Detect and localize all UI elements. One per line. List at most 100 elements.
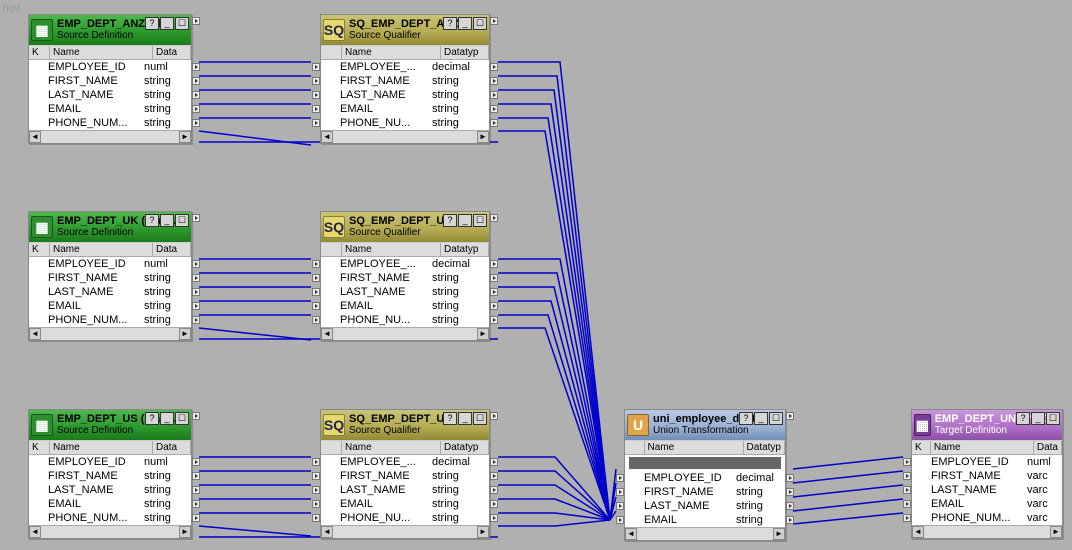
table-row[interactable]: PHONE_NU...string [321,511,489,525]
out-port[interactable] [192,260,200,268]
h-scrollbar[interactable]: ◄► [321,525,489,538]
in-port[interactable] [312,288,320,296]
out-port[interactable] [490,105,498,113]
table-row[interactable]: EMPLOYEE_...decimal [321,60,489,74]
help-button[interactable]: ? [739,412,753,425]
in-port[interactable] [312,63,320,71]
table-row[interactable]: EMPLOYEE_IDnuml [29,455,191,469]
out-port[interactable] [192,119,200,127]
help-button[interactable]: ? [145,17,159,30]
table-row[interactable]: FIRST_NAMEstring [321,469,489,483]
max-button[interactable]: ☐ [473,412,487,425]
titlebar[interactable]: ▦ EMP_DEPT_US (FlatF... Source Definitio… [29,410,191,440]
scroll-left-icon[interactable]: ◄ [29,328,41,340]
min-button[interactable]: _ [160,412,174,425]
scroll-left-icon[interactable]: ◄ [321,328,333,340]
scroll-right-icon[interactable]: ► [179,526,191,538]
sq-emp-dept-uk[interactable]: SQ SQ_EMP_DEPT_UK Source Qualifier ? _ ☐… [320,211,490,341]
in-port[interactable] [616,474,624,482]
in-port[interactable] [903,514,911,522]
table-row[interactable]: PHONE_NU...string [321,116,489,130]
max-button[interactable]: ☐ [769,412,783,425]
h-scrollbar[interactable]: ◄► [29,327,191,340]
sq-emp-dept-us[interactable]: SQ SQ_EMP_DEPT_US Source Qualifier ? _ ☐… [320,409,490,539]
out-port[interactable] [490,288,498,296]
table-row[interactable]: EMPLOYEE_...decimal [321,257,489,271]
in-port[interactable] [903,500,911,508]
table-row[interactable]: EMPLOYEE_IDnuml [29,257,191,271]
in-port[interactable] [312,91,320,99]
table-row[interactable]: EMPLOYEE_IDnuml [912,455,1062,469]
table-row[interactable]: EMPLOYEE_...decimal [321,455,489,469]
out-port[interactable] [490,77,498,85]
table-row[interactable]: FIRST_NAMEstring [321,271,489,285]
scroll-left-icon[interactable]: ◄ [29,131,41,143]
table-row[interactable]: LAST_NAMEstring [29,483,191,497]
out-port[interactable] [192,316,200,324]
h-scrollbar[interactable]: ◄► [321,327,489,340]
table-row[interactable]: EMAILstring [625,513,785,527]
table-row[interactable]: PHONE_NUM...string [29,116,191,130]
table-row[interactable]: PHONE_NUM...string [29,313,191,327]
out-port[interactable] [192,105,200,113]
max-button[interactable]: ☐ [175,412,189,425]
max-button[interactable]: ☐ [473,17,487,30]
h-scrollbar[interactable]: ◄► [29,525,191,538]
group-row-selected[interactable] [629,457,781,469]
table-row[interactable]: LAST_NAMEstring [29,88,191,102]
max-button[interactable]: ☐ [175,214,189,227]
table-row[interactable]: FIRST_NAMEstring [29,271,191,285]
out-port[interactable] [192,274,200,282]
out-port[interactable] [490,458,498,466]
in-port[interactable] [616,502,624,510]
min-button[interactable]: _ [754,412,768,425]
table-row[interactable]: LAST_NAMEvarc [912,483,1062,497]
in-port[interactable] [312,274,320,282]
in-port[interactable] [616,488,624,496]
out-port[interactable] [192,17,200,25]
source-emp-dept-anz[interactable]: ▦ EMP_DEPT_ANZ (Flat… Source Definition … [28,14,192,144]
help-button[interactable]: ? [145,214,159,227]
out-port[interactable] [786,488,794,496]
table-row[interactable]: EMAILstring [29,299,191,313]
scroll-left-icon[interactable]: ◄ [29,526,41,538]
max-button[interactable]: ☐ [473,214,487,227]
out-port[interactable] [490,260,498,268]
scroll-left-icon[interactable]: ◄ [912,526,924,538]
table-row[interactable]: EMPLOYEE_IDnuml [29,60,191,74]
out-port[interactable] [490,302,498,310]
out-port[interactable] [490,412,498,420]
out-port[interactable] [786,474,794,482]
titlebar[interactable]: ▦ EMP_DEPT_UNION (O... Target Definition… [912,410,1062,440]
in-port[interactable] [312,260,320,268]
out-port[interactable] [786,516,794,524]
out-port[interactable] [192,472,200,480]
out-port[interactable] [192,91,200,99]
out-port[interactable] [192,412,200,420]
table-row[interactable]: EMAILstring [29,102,191,116]
table-row[interactable]: EMAILstring [29,497,191,511]
table-row[interactable]: EMPLOYEE_IDdecimal [625,471,785,485]
scroll-right-icon[interactable]: ► [1050,526,1062,538]
max-button[interactable]: ☐ [1046,412,1060,425]
out-port[interactable] [490,500,498,508]
max-button[interactable]: ☐ [175,17,189,30]
in-port[interactable] [312,105,320,113]
table-row[interactable]: PHONE_NUM...varc [912,511,1062,525]
table-row[interactable]: FIRST_NAMEstring [321,74,489,88]
min-button[interactable]: _ [160,214,174,227]
titlebar[interactable]: U uni_employee_dept Union Transformation… [625,410,785,440]
scroll-right-icon[interactable]: ► [477,131,489,143]
min-button[interactable]: _ [1031,412,1045,425]
scroll-left-icon[interactable]: ◄ [321,526,333,538]
scroll-left-icon[interactable]: ◄ [321,131,333,143]
scroll-right-icon[interactable]: ► [477,526,489,538]
min-button[interactable]: _ [458,412,472,425]
out-port[interactable] [192,63,200,71]
h-scrollbar[interactable]: ◄► [625,527,785,540]
union-transformation[interactable]: U uni_employee_dept Union Transformation… [624,409,786,541]
out-port[interactable] [192,514,200,522]
out-port[interactable] [490,63,498,71]
help-button[interactable]: ? [1016,412,1030,425]
in-port[interactable] [903,486,911,494]
